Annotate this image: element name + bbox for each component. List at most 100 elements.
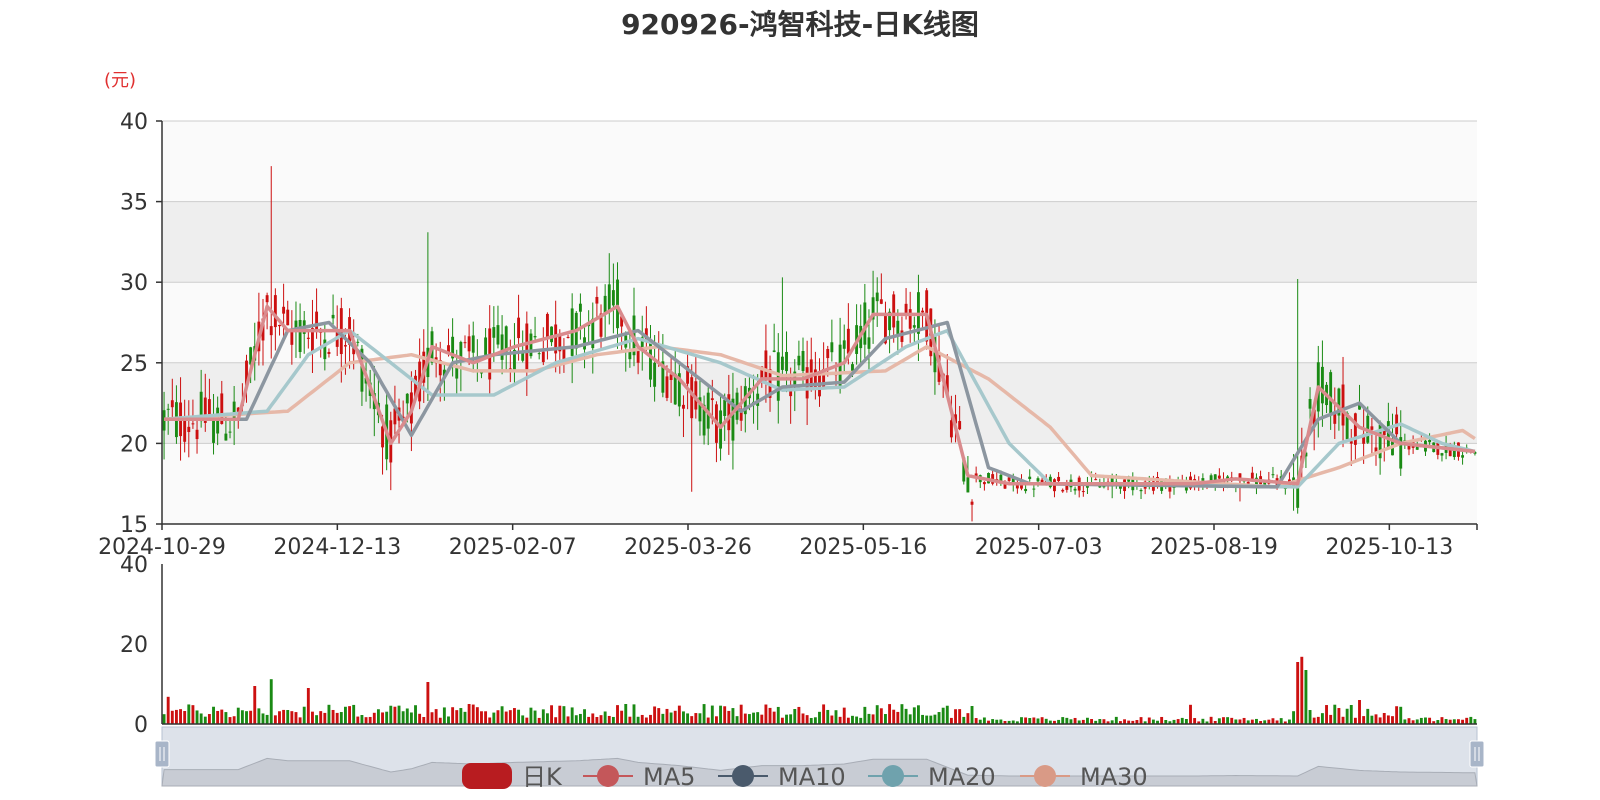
volume-bar [657, 708, 661, 724]
volume-bar [1073, 717, 1077, 724]
volume-bar [599, 715, 603, 724]
volume-bar [1160, 716, 1164, 724]
volume-bar [640, 714, 644, 724]
volume-bar [636, 716, 640, 724]
candle-body [1094, 479, 1098, 481]
volume-bar [537, 717, 541, 724]
volume-bar [492, 712, 496, 724]
volume-bar [170, 710, 174, 724]
volume-bar [723, 706, 727, 724]
x-tick-label: 2025-08-19 [1150, 535, 1278, 560]
volume-bar [1370, 715, 1374, 724]
volume-bar [570, 707, 574, 724]
y-axis-unit: (元) [104, 70, 136, 91]
slider-handle[interactable] [154, 740, 170, 768]
volume-bar [203, 716, 207, 724]
volume-bar [331, 709, 335, 724]
volume-bar [764, 704, 768, 724]
volume-bar [607, 715, 611, 724]
volume-bar [826, 709, 830, 724]
slider-handle[interactable] [1469, 740, 1485, 768]
volume-bar [809, 717, 813, 724]
candle-body [1320, 366, 1324, 404]
volume-bar [228, 717, 232, 724]
volume-bar [665, 708, 669, 724]
candle-body [286, 309, 290, 326]
candle-body [381, 426, 384, 448]
volume-bar [620, 710, 624, 724]
volume-bar [550, 705, 553, 724]
volume-bar [772, 711, 776, 724]
volume-bar [896, 711, 900, 724]
volume-bar [422, 716, 426, 724]
candle-body [1250, 472, 1254, 479]
volume-bar [1465, 717, 1469, 724]
candle-body [343, 345, 347, 347]
volume-bar [1333, 704, 1337, 724]
volume-bar [789, 714, 793, 724]
volume-bar [690, 716, 694, 724]
volume-bar [921, 714, 924, 724]
volume-bar [1040, 717, 1044, 724]
volume-bar [1147, 717, 1151, 724]
volume-bar [904, 708, 908, 724]
candle-body [1271, 474, 1275, 476]
volume-bar [686, 713, 690, 724]
volume-bar [884, 714, 887, 724]
candle-body [496, 325, 500, 345]
volume-bar [545, 713, 549, 724]
volume-bar [376, 709, 380, 724]
volume-bar [822, 704, 826, 724]
candle-body [1024, 488, 1028, 492]
volume-bar [834, 710, 838, 724]
volume-bar [174, 709, 178, 724]
volume-bar [1358, 700, 1361, 724]
candle-body [170, 400, 174, 408]
volume-bar [818, 711, 821, 724]
volume-bar [1386, 715, 1390, 724]
volume-bar [785, 714, 788, 724]
volume-bar [261, 713, 265, 724]
volume-bar [302, 706, 306, 724]
candle-body [921, 310, 924, 313]
candle-body [912, 325, 916, 328]
volume-bar [554, 717, 558, 724]
candle-body [842, 340, 846, 349]
candle-body [826, 349, 830, 359]
volume-bar [455, 710, 459, 724]
volume-bar [409, 712, 413, 724]
volume-bar [706, 717, 710, 724]
volume-bar [1222, 717, 1225, 724]
band [162, 121, 1477, 202]
volume-bar [871, 714, 875, 724]
candle-body [471, 335, 475, 353]
candle-body [1217, 475, 1221, 479]
volume-bar [1316, 716, 1320, 724]
candle-body [545, 313, 549, 340]
candle-body [723, 399, 727, 416]
candle-body [1028, 476, 1032, 480]
y-tick-label: 25 [120, 352, 148, 377]
volume-bar [1114, 716, 1118, 724]
legend-item-ma30[interactable]: MA30 [1020, 763, 1148, 791]
volume-bar [677, 705, 681, 724]
candle-body [356, 341, 360, 343]
volume-bar [644, 717, 648, 724]
volume-bar [649, 714, 652, 724]
legend-item-ma10[interactable]: MA10 [718, 763, 846, 791]
volume-bar [912, 707, 916, 724]
candle-body [772, 350, 776, 352]
volume-bar [521, 715, 525, 724]
volume-bar [673, 710, 677, 724]
chart-stage: 920926-鸿智科技-日K线图 (元) 15 20 25 30 35 40 2024-10… [0, 0, 1600, 800]
volume-bar [360, 715, 364, 724]
legend-item-ma20[interactable]: MA20 [868, 763, 996, 791]
volume-bar [937, 712, 941, 724]
volume-bar [801, 713, 805, 724]
volume-bar [471, 704, 475, 724]
volume-bar [698, 713, 702, 724]
volume-bar [1407, 718, 1411, 724]
candle-body [797, 355, 801, 366]
volume-bar [1337, 708, 1341, 724]
volume-bar [232, 716, 236, 724]
